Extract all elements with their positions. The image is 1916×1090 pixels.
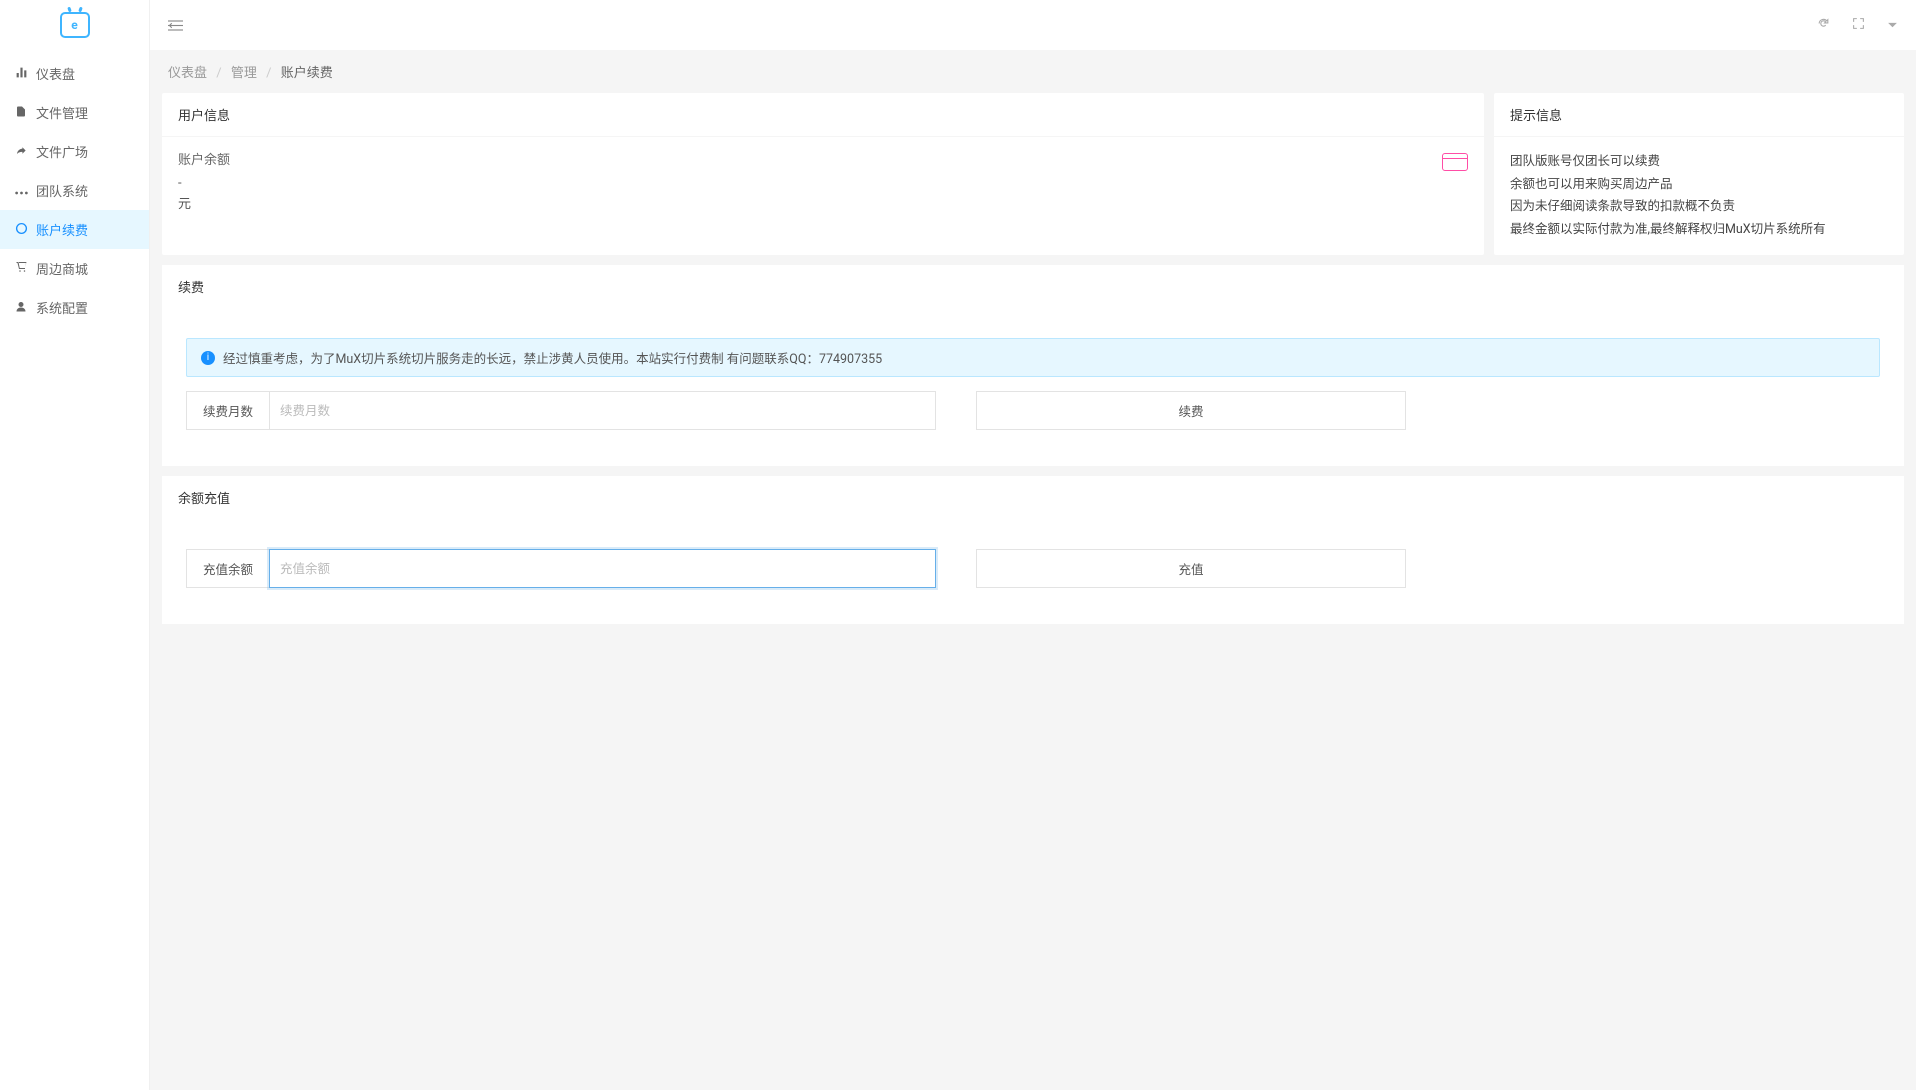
tips-line: 因为未仔细阅读条款导致的扣款概不负责 <box>1510 196 1888 219</box>
panel-title: 提示信息 <box>1494 93 1904 137</box>
balance-unit: 元 <box>178 195 230 216</box>
recharge-amount-label: 充值余额 <box>186 549 269 588</box>
renew-months-input[interactable] <box>269 391 936 430</box>
balance-value: - <box>178 174 230 195</box>
sidebar-item-files[interactable]: 文件管理 <box>0 93 149 132</box>
sidebar-item-dashboard[interactable]: 仪表盘 <box>0 54 149 93</box>
sidebar-item-label: 周边商城 <box>36 259 88 278</box>
recharge-section: 余额充值 充值余额 充值 <box>162 476 1904 624</box>
cart-icon <box>14 261 28 276</box>
dropdown-icon[interactable] <box>1887 18 1898 33</box>
sidebar-item-renew[interactable]: 账户续费 <box>0 210 149 249</box>
tips-line: 团队版账号仅团长可以续费 <box>1510 151 1888 174</box>
sidebar: e 仪表盘 文件管理 文件广场 <box>0 0 150 1090</box>
sidebar-item-shop[interactable]: 周边商城 <box>0 249 149 288</box>
share-icon <box>14 145 28 159</box>
user-icon <box>14 300 28 316</box>
logo[interactable]: e <box>0 0 149 50</box>
sidebar-item-label: 文件广场 <box>36 142 88 161</box>
alert-text: 经过慎重考虑，为了MuX切片系统切片服务走的长远，禁止涉黄人员使用。本站实行付费… <box>223 348 882 367</box>
topbar <box>150 0 1916 50</box>
renew-submit-button[interactable]: 续费 <box>976 391 1406 430</box>
sidebar-item-square[interactable]: 文件广场 <box>0 132 149 171</box>
sidebar-item-label: 文件管理 <box>36 103 88 122</box>
dashboard-icon <box>14 66 28 82</box>
sidebar-item-label: 团队系统 <box>36 181 88 200</box>
renew-months-label: 续费月数 <box>186 391 269 430</box>
refresh-icon[interactable] <box>1817 17 1830 34</box>
credit-card-icon <box>1442 153 1468 171</box>
tips-line: 最终金额以实际付款为准,最终解释权归MuX切片系统所有 <box>1510 219 1888 242</box>
balance-info: 账户余额 - 元 <box>178 151 230 215</box>
tips-line: 余额也可以用来购买周边产品 <box>1510 174 1888 197</box>
file-icon <box>14 105 28 121</box>
renew-section: 续费 i 经过慎重考虑，为了MuX切片系统切片服务走的长远，禁止涉黄人员使用。本… <box>162 265 1904 466</box>
sync-icon <box>14 222 28 238</box>
section-title: 余额充值 <box>162 476 1904 519</box>
panel-title: 用户信息 <box>162 93 1484 137</box>
info-icon: i <box>201 351 215 365</box>
menu-toggle-icon[interactable] <box>168 19 183 32</box>
user-info-panel: 用户信息 账户余额 - 元 <box>162 93 1484 255</box>
breadcrumb-item[interactable]: 仪表盘 <box>168 66 207 81</box>
info-alert: i 经过慎重考虑，为了MuX切片系统切片服务走的长远，禁止涉黄人员使用。本站实行… <box>186 338 1880 377</box>
balance-label: 账户余额 <box>178 151 230 172</box>
nav-menu: 仪表盘 文件管理 文件广场 团队系统 <box>0 50 149 327</box>
sidebar-item-label: 系统配置 <box>36 298 88 317</box>
recharge-submit-button[interactable]: 充值 <box>976 549 1406 588</box>
sidebar-item-team[interactable]: 团队系统 <box>0 171 149 210</box>
sidebar-item-settings[interactable]: 系统配置 <box>0 288 149 327</box>
section-title: 续费 <box>162 265 1904 308</box>
breadcrumb: 仪表盘 / 管理 / 账户续费 <box>150 50 1916 93</box>
sidebar-item-label: 账户续费 <box>36 220 88 239</box>
tips-panel: 提示信息 团队版账号仅团长可以续费 余额也可以用来购买周边产品 因为未仔细阅读条… <box>1494 93 1904 255</box>
breadcrumb-current: 账户续费 <box>281 66 333 81</box>
sidebar-item-label: 仪表盘 <box>36 64 75 83</box>
recharge-amount-input[interactable] <box>269 549 936 588</box>
fullscreen-icon[interactable] <box>1852 17 1865 34</box>
ellipsis-icon <box>14 184 28 198</box>
breadcrumb-item[interactable]: 管理 <box>231 66 257 81</box>
